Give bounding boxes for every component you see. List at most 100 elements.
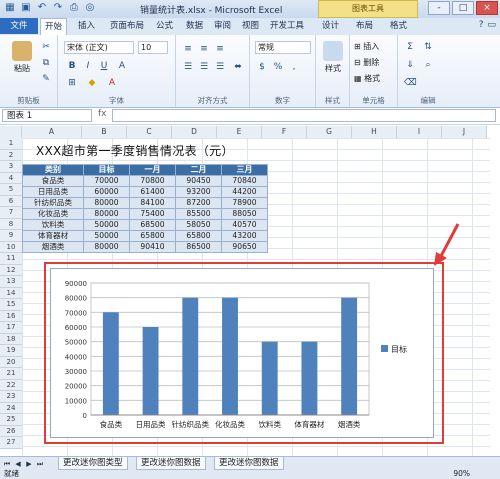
row-header[interactable]: 4 [0, 172, 22, 184]
row-header[interactable]: 21 [0, 368, 22, 380]
copy-icon[interactable]: ⧉ [40, 57, 52, 69]
row-header[interactable]: 24 [0, 402, 22, 414]
insert-cells-button[interactable]: ⊞ 插入 [354, 41, 379, 52]
column-header[interactable]: F [262, 126, 307, 138]
column-header[interactable]: A [22, 126, 82, 138]
underline-icon[interactable]: U [98, 60, 110, 72]
maximize-button[interactable]: □ [452, 1, 474, 15]
table-cell[interactable]: 80000 [83, 208, 130, 220]
table-cell[interactable]: 60000 [83, 186, 130, 198]
table-cell[interactable]: 日用品类 [22, 186, 84, 198]
chart-area[interactable]: 0 10000 20000 30000 40000 50000 60000 70000 8000… [50, 268, 434, 438]
row-header[interactable]: 1 [0, 138, 22, 150]
tab-developer[interactable]: 开发工具 [270, 18, 304, 34]
comma-icon[interactable]: , [288, 61, 300, 73]
column-header[interactable]: C [127, 126, 172, 138]
currency-icon[interactable]: $ [256, 61, 268, 73]
align-center-icon[interactable]: ☰ [198, 61, 210, 73]
row-header[interactable]: 12 [0, 264, 22, 276]
row-header[interactable]: 2 [0, 149, 22, 161]
align-left-icon[interactable]: ☰ [182, 61, 194, 73]
table-cell[interactable]: 78900 [221, 197, 268, 209]
row-header[interactable]: 19 [0, 345, 22, 357]
row-header[interactable]: 25 [0, 414, 22, 426]
column-header[interactable]: D [172, 126, 217, 138]
tab-view[interactable]: 视图 [242, 18, 259, 34]
paste-button[interactable]: 粘贴 [8, 41, 36, 74]
row-header[interactable]: 27 [0, 437, 22, 449]
tab-layout[interactable]: 布局 [356, 18, 373, 34]
row-header[interactable]: 15 [0, 299, 22, 311]
table-cell[interactable]: 43200 [221, 230, 268, 242]
table-cell[interactable]: 体育器材 [22, 230, 84, 242]
border-icon[interactable]: ⊞ [66, 77, 78, 89]
column-header[interactable]: H [352, 126, 397, 138]
ribbon-minimize-icon[interactable]: ▭ [487, 20, 496, 30]
table-cell[interactable]: 65800 [175, 230, 222, 242]
tab-formulas[interactable]: 公式 [156, 18, 173, 34]
table-cell[interactable]: 针纺织品类 [22, 197, 84, 209]
row-header[interactable]: 23 [0, 391, 22, 403]
table-cell[interactable]: 70840 [221, 175, 268, 187]
name-box[interactable]: 图表 1 [2, 109, 92, 122]
table-cell[interactable]: 85500 [175, 208, 222, 220]
tab-home[interactable]: 开始 [40, 18, 68, 36]
formula-input[interactable] [112, 109, 496, 122]
function-icon[interactable]: fx [98, 109, 110, 122]
row-header[interactable]: 6 [0, 195, 22, 207]
tab-insert[interactable]: 插入 [78, 18, 95, 34]
tab-review[interactable]: 审阅 [214, 18, 231, 34]
number-format-select[interactable]: 常规 [255, 41, 311, 54]
table-cell[interactable]: 食品类 [22, 175, 84, 187]
row-header[interactable]: 18 [0, 333, 22, 345]
column-header[interactable]: J [442, 126, 487, 138]
italic-icon[interactable]: I [82, 60, 94, 72]
table-cell[interactable]: 88050 [221, 208, 268, 220]
table-cell[interactable]: 84100 [129, 197, 176, 209]
grow-font-icon[interactable]: A [116, 60, 128, 72]
row-header[interactable]: 26 [0, 425, 22, 437]
select-all-corner[interactable] [0, 126, 22, 138]
tab-page-layout[interactable]: 页面布局 [110, 18, 144, 34]
table-cell[interactable]: 44200 [221, 186, 268, 198]
prev-sheet-icon[interactable]: ◀ [13, 459, 23, 469]
table-cell[interactable]: 70000 [83, 175, 130, 187]
table-cell[interactable]: 90650 [221, 241, 268, 253]
row-header[interactable]: 20 [0, 356, 22, 368]
font-name-select[interactable]: 宋体 (正文) [64, 41, 134, 54]
table-cell[interactable]: 93200 [175, 186, 222, 198]
first-sheet-icon[interactable]: ⏮ [2, 459, 12, 469]
help-icon[interactable]: ? [479, 20, 484, 30]
table-cell[interactable]: 75400 [129, 208, 176, 220]
row-header[interactable]: 16 [0, 310, 22, 322]
clear-icon[interactable]: ⌫ [404, 77, 417, 89]
minimize-button[interactable]: - [428, 1, 450, 15]
sort-filter-icon[interactable]: ⇅ [422, 41, 434, 53]
tab-data[interactable]: 数据 [186, 18, 203, 34]
header-cell[interactable]: 类别 [22, 164, 84, 176]
table-cell[interactable]: 化妆品类 [22, 208, 84, 220]
align-bottom-icon[interactable]: ≡ [214, 43, 226, 55]
table-cell[interactable]: 86500 [175, 241, 222, 253]
row-header[interactable]: 11 [0, 253, 22, 265]
redo-icon[interactable]: ↷ [52, 2, 64, 14]
header-cell[interactable]: 二月 [175, 164, 222, 176]
column-header[interactable]: G [307, 126, 352, 138]
save-icon[interactable]: ▣ [20, 2, 32, 14]
table-cell[interactable]: 80000 [83, 241, 130, 253]
font-size-select[interactable]: 10 [138, 41, 168, 54]
format-cells-button[interactable]: ▦ 格式 [354, 73, 380, 84]
styles-button[interactable]: 样式 [319, 41, 347, 74]
table-cell[interactable]: 90450 [175, 175, 222, 187]
table-cell[interactable]: 68500 [129, 219, 176, 231]
last-sheet-icon[interactable]: ⏭ [35, 459, 45, 469]
tab-format[interactable]: 格式 [390, 18, 407, 34]
row-header[interactable]: 7 [0, 207, 22, 219]
preview-icon[interactable]: ◎ [84, 2, 96, 14]
undo-icon[interactable]: ↶ [36, 2, 48, 14]
row-header[interactable]: 5 [0, 184, 22, 196]
row-header[interactable]: 17 [0, 322, 22, 334]
table-cell[interactable]: 90410 [129, 241, 176, 253]
table-cell[interactable]: 65800 [129, 230, 176, 242]
bold-icon[interactable]: B [66, 60, 78, 72]
